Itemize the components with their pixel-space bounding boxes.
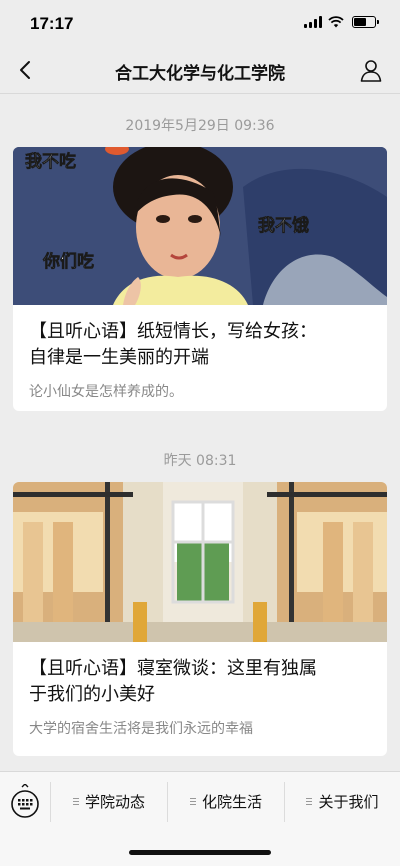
article-cover-image: 我不吃 我不饿 你们吃 bbox=[13, 147, 387, 305]
article-title: 【且听心语】寝室微谈：这里有独属 于我们的小美好 bbox=[13, 642, 387, 708]
status-bar: 17:17 bbox=[0, 0, 400, 46]
menu-tab-label: 化院生活 bbox=[201, 792, 262, 811]
article-title-line: 【且听心语】纸短情长，写给女孩： bbox=[29, 321, 317, 342]
status-icons bbox=[304, 16, 379, 28]
image-caption-left-bottom: 你们吃 bbox=[42, 251, 94, 272]
article-title-line: 自律是一生美丽的开端 bbox=[29, 347, 209, 368]
article-title-line: 于我们的小美好 bbox=[29, 684, 155, 705]
article-timestamp: 2019年5月29日 09:36 bbox=[125, 118, 275, 134]
article-card[interactable]: 我不吃 我不饿 你们吃 【且听心语】纸短情长，写给女孩： 自律是一生美丽的开端 … bbox=[13, 147, 387, 411]
article-cover-image bbox=[13, 482, 387, 642]
battery-icon bbox=[352, 16, 379, 28]
keyboard-icon[interactable] bbox=[10, 784, 40, 820]
nav-bar: 合工大化学与化工学院 bbox=[0, 46, 400, 94]
menu-tab-label: 关于我们 bbox=[318, 792, 379, 811]
wifi-icon bbox=[328, 16, 344, 28]
menu-list-icon bbox=[189, 797, 196, 805]
page-title: 合工大化学与化工学院 bbox=[115, 64, 285, 84]
menu-tab-college-life[interactable]: 化院生活 bbox=[168, 772, 284, 830]
article-card[interactable]: 【且听心语】寝室微谈：这里有独属 于我们的小美好 大学的宿舍生活将是我们永远的幸… bbox=[13, 482, 387, 756]
menu-tab-about-us[interactable]: 关于我们 bbox=[285, 772, 400, 830]
article-summary: 论小仙女是怎样养成的。 bbox=[29, 384, 183, 400]
article-title-line: 【且听心语】寝室微谈：这里有独属 bbox=[29, 658, 317, 679]
article-timestamp: 昨天 08:31 bbox=[163, 453, 237, 469]
menu-tab-college-news[interactable]: 学院动态 bbox=[51, 772, 167, 830]
menu-list-icon bbox=[306, 797, 313, 805]
image-caption-left-top: 我不吃 bbox=[25, 151, 76, 172]
menu-list-icon bbox=[72, 797, 79, 805]
profile-icon[interactable] bbox=[358, 57, 384, 83]
image-caption-right: 我不饿 bbox=[258, 215, 309, 236]
status-time: 17:17 bbox=[30, 14, 74, 33]
home-indicator bbox=[129, 850, 271, 855]
article-title: 【且听心语】纸短情长，写给女孩： 自律是一生美丽的开端 bbox=[13, 305, 387, 371]
article-summary: 大学的宿舍生活将是我们永远的幸福 bbox=[29, 721, 253, 737]
menu-tab-label: 学院动态 bbox=[84, 792, 145, 811]
signal-icon bbox=[304, 16, 322, 28]
